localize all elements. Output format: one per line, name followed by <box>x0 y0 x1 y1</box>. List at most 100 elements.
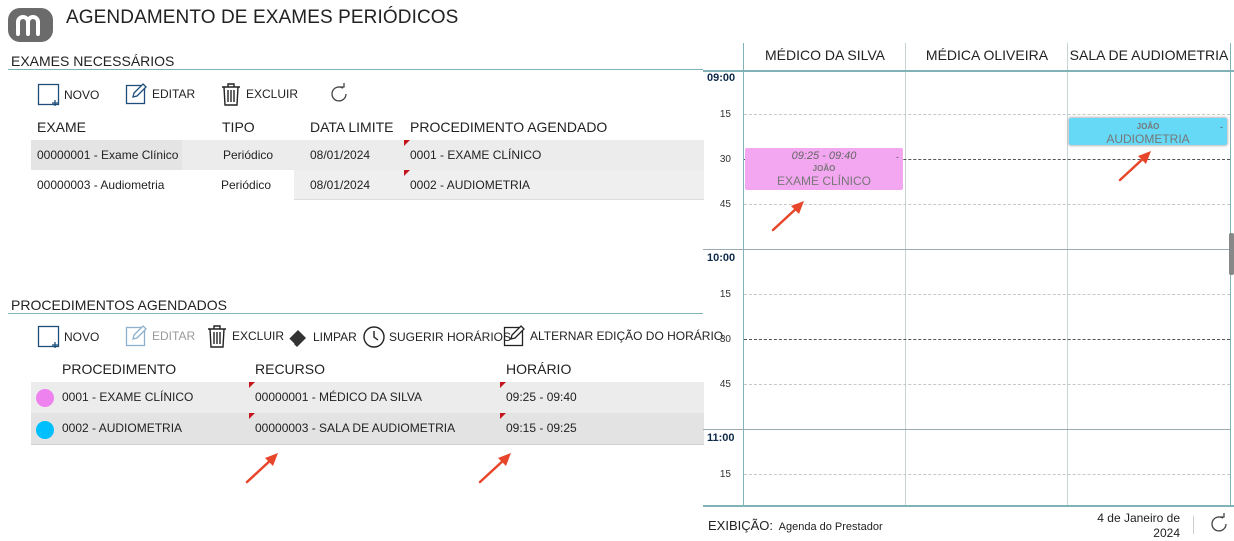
column-header-data-limite: DATA LIMITE <box>310 119 394 135</box>
m-logo-icon <box>16 15 40 36</box>
editar-label: EDITAR <box>152 329 196 343</box>
table-row[interactable]: 0001 - EXAME CLÍNICO 00000001 - MÉDICO D… <box>31 382 704 413</box>
calendar-scrollbar[interactable] <box>1229 233 1234 275</box>
cell-recurso-text: 00000003 - SALA DE AUDIOMETRIA <box>255 421 456 435</box>
required-marker <box>500 413 506 419</box>
cell-tipo: Periódico <box>186 170 294 200</box>
quarter-line <box>744 474 1230 475</box>
table-row[interactable]: 0002 - AUDIOMETRIA 00000003 - SALA DE AU… <box>31 413 704 445</box>
sugerir-horarios-button[interactable]: SUGERIR HORÁRIOS <box>362 325 511 349</box>
cell-recurso[interactable]: 00000003 - SALA DE AUDIOMETRIA <box>249 413 455 443</box>
clock-icon <box>363 326 385 348</box>
current-date: 4 de Janeiro de 2024 <box>1080 511 1180 541</box>
required-marker <box>249 382 255 388</box>
resource-header-medico-da-silva: MÉDICO DA SILVA <box>764 47 886 63</box>
eraser-icon <box>288 330 306 347</box>
section-title-procedimentos: PROCEDIMENTOS AGENDADOS <box>11 297 228 313</box>
cell-exame: 00000003 - Audiometria <box>31 170 186 200</box>
required-marker <box>500 382 506 388</box>
header-divider <box>703 70 1234 72</box>
refresh-icon <box>331 83 347 102</box>
minute-label: 45 <box>719 379 731 390</box>
trash-icon <box>208 325 226 348</box>
cell-data-limite: 08/01/2024 <box>310 178 371 192</box>
table-row[interactable]: 00000001 - Exame Clínico Periódico 08/01… <box>31 140 704 170</box>
column-divider <box>1067 43 1068 505</box>
cell-horario-text: 09:25 - 09:40 <box>506 390 577 404</box>
column-header-exame: EXAME <box>37 119 87 135</box>
refresh-icon <box>1211 513 1227 532</box>
cell-tipo: Periódico <box>223 148 274 162</box>
column-header-recurso: RECURSO <box>255 361 326 377</box>
required-marker <box>404 140 410 146</box>
current-date-line-1: 4 de Janeiro de <box>1097 511 1180 525</box>
cell-horario-text: 09:15 - 09:25 <box>506 421 577 435</box>
new-document-icon <box>37 83 60 106</box>
cell-recurso[interactable]: 00000001 - MÉDICO DA SILVA <box>249 382 422 412</box>
annotation-arrow-icon <box>1118 151 1151 182</box>
novo-procedimento-button[interactable]: NOVO <box>37 325 99 349</box>
edit-icon <box>503 325 525 347</box>
refresh-calendar-button[interactable] <box>1208 513 1230 540</box>
excluir-procedimento-button[interactable]: EXCLUIR <box>205 324 284 348</box>
event-dash: - <box>1220 122 1223 132</box>
alternar-edicao-button[interactable]: ALTERNAR EDIÇÃO DO HORÁRIO <box>503 324 723 348</box>
new-document-icon <box>37 325 60 348</box>
refresh-exames-button[interactable] <box>328 83 353 105</box>
cell-horario[interactable]: 09:25 - 09:40 <box>500 382 577 412</box>
cell-exame: 00000001 - Exame Clínico <box>31 140 182 170</box>
annotation-arrow-icon <box>771 201 804 232</box>
section-divider <box>8 69 703 70</box>
cell-recurso-text: 00000001 - MÉDICO DA SILVA <box>255 390 422 404</box>
column-header-procedimento: PROCEDIMENTO <box>62 361 177 377</box>
resource-header-sala-de-audiometria: SALA DE AUDIOMETRIA <box>1069 47 1229 63</box>
sugerir-label: SUGERIR HORÁRIOS <box>389 330 512 344</box>
calendar-event-exame-clinico[interactable]: 09:25 - 09:40 JOÃO EXAME CLÍNICO - <box>745 148 903 190</box>
app-logo <box>8 8 53 42</box>
page-title: AGENDAMENTO DE EXAMES PERIÓDICOS <box>66 7 459 28</box>
quarter-line <box>744 204 1230 205</box>
section-divider <box>8 313 703 314</box>
column-header-tipo: TIPO <box>222 119 255 135</box>
editar-label: EDITAR <box>152 87 196 101</box>
quarter-line <box>744 384 1230 385</box>
quarter-line <box>744 114 1230 115</box>
column-header-procedimento-agendado: PROCEDIMENTO AGENDADO <box>410 119 608 135</box>
column-divider <box>905 43 906 505</box>
trash-icon <box>222 83 240 106</box>
novo-exame-button[interactable]: NOVO <box>37 83 99 107</box>
cell-horario[interactable]: 09:15 - 09:25 <box>500 413 577 443</box>
alternar-label: ALTERNAR EDIÇÃO DO HORÁRIO <box>530 329 724 343</box>
excluir-label: EXCLUIR <box>232 329 285 343</box>
display-mode-value[interactable]: Agenda do Prestador <box>779 521 883 533</box>
excluir-label: EXCLUIR <box>246 87 299 101</box>
resource-calendar: MÉDICO DA SILVA MÉDICA OLIVEIRA SALA DE … <box>703 43 1234 541</box>
minute-label: 15 <box>719 469 731 480</box>
calendar-bottom-line <box>703 505 1234 507</box>
editar-exame-button[interactable]: EDITAR <box>125 82 195 106</box>
hour-label: 10:00 <box>707 252 736 264</box>
minute-label: 30 <box>719 154 731 165</box>
color-dot <box>36 421 54 439</box>
event-time: 09:25 - 09:40 <box>791 150 857 162</box>
minute-label: 15 <box>719 109 731 120</box>
limpar-label: LIMPAR <box>313 330 357 344</box>
limpar-button[interactable]: LIMPAR <box>286 325 357 349</box>
event-procedure: EXAME CLÍNICO <box>776 174 872 188</box>
required-marker <box>404 170 410 176</box>
cell-procedimento[interactable]: 0001 - EXAME CLÍNICO <box>404 140 541 170</box>
event-person: JOÃO <box>1136 122 1160 131</box>
hour-line <box>703 249 1230 250</box>
time-column-divider <box>743 43 744 505</box>
display-mode-label: EXIBIÇÃO: <box>708 518 774 533</box>
display-mode: EXIBIÇÃO: Agenda do Prestador <box>708 518 883 533</box>
editar-procedimento-button[interactable]: EDITAR <box>125 324 195 348</box>
edit-icon <box>125 83 147 105</box>
hour-label: 11:00 <box>707 432 735 444</box>
event-person: JOÃO <box>812 164 836 173</box>
cell-procedimento[interactable]: 0002 - AUDIOMETRIA <box>404 170 530 200</box>
excluir-exame-button[interactable]: EXCLUIR <box>219 82 298 106</box>
calendar-event-audiometria[interactable]: JOÃO AUDIOMETRIA - <box>1069 118 1227 145</box>
table-row[interactable]: 00000003 - Audiometria Periódico 08/01/2… <box>31 170 704 200</box>
footer-divider <box>1193 516 1194 534</box>
